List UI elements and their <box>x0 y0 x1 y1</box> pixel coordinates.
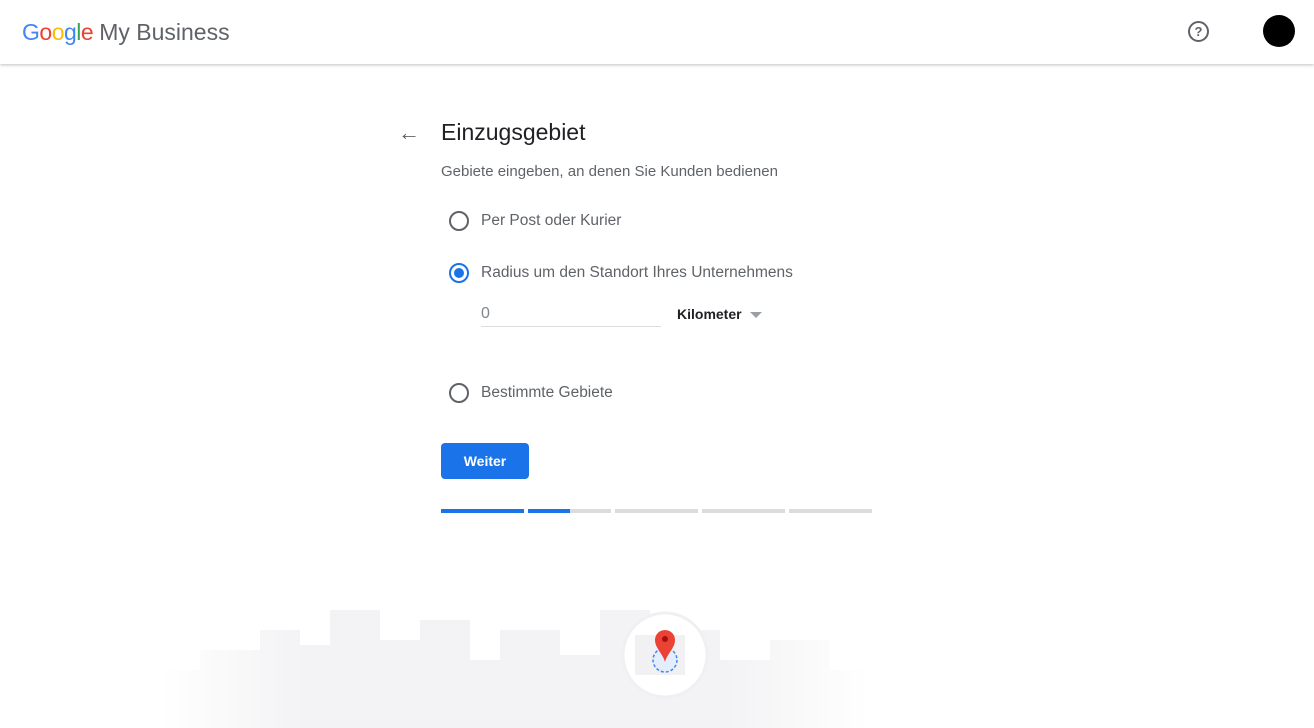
arrow-back-icon[interactable]: ← <box>398 120 420 146</box>
option-label: Radius um den Standort Ihres Unternehmen… <box>481 264 793 281</box>
step-progress <box>441 509 872 513</box>
google-my-business-logo[interactable]: Google My Business <box>22 19 230 46</box>
radio-option-areas[interactable]: Bestimmte Gebiete <box>449 383 613 403</box>
radio-button[interactable] <box>449 211 469 231</box>
page-title: Einzugsgebiet <box>441 119 586 145</box>
product-name: My Business <box>99 19 230 45</box>
page-subtitle: Gebiete eingeben, an denen Sie Kunden be… <box>441 163 778 180</box>
progress-segment <box>615 509 698 513</box>
progress-segment <box>702 509 785 513</box>
account-avatar[interactable] <box>1263 15 1295 47</box>
progress-segment <box>528 509 611 513</box>
progress-segment <box>441 509 524 513</box>
radio-option-radius[interactable]: Radius um den Standort Ihres Unternehmen… <box>449 263 793 283</box>
help-circle-icon[interactable]: ? <box>1188 21 1209 42</box>
unit-dropdown[interactable]: Kilometer <box>677 306 762 322</box>
next-button[interactable]: Weiter <box>441 443 529 479</box>
city-skyline-illustration <box>160 610 870 728</box>
progress-segment <box>789 509 872 513</box>
radius-input[interactable] <box>481 302 661 327</box>
radio-button-selected[interactable] <box>449 263 469 283</box>
radio-option-post[interactable]: Per Post oder Kurier <box>449 211 621 231</box>
app-header: Google My Business ? <box>0 0 1314 64</box>
option-label: Per Post oder Kurier <box>481 212 622 229</box>
unit-label: Kilometer <box>677 306 742 322</box>
option-label: Bestimmte Gebiete <box>481 384 613 401</box>
radio-button[interactable] <box>449 383 469 403</box>
dropdown-caret-icon <box>749 312 762 319</box>
